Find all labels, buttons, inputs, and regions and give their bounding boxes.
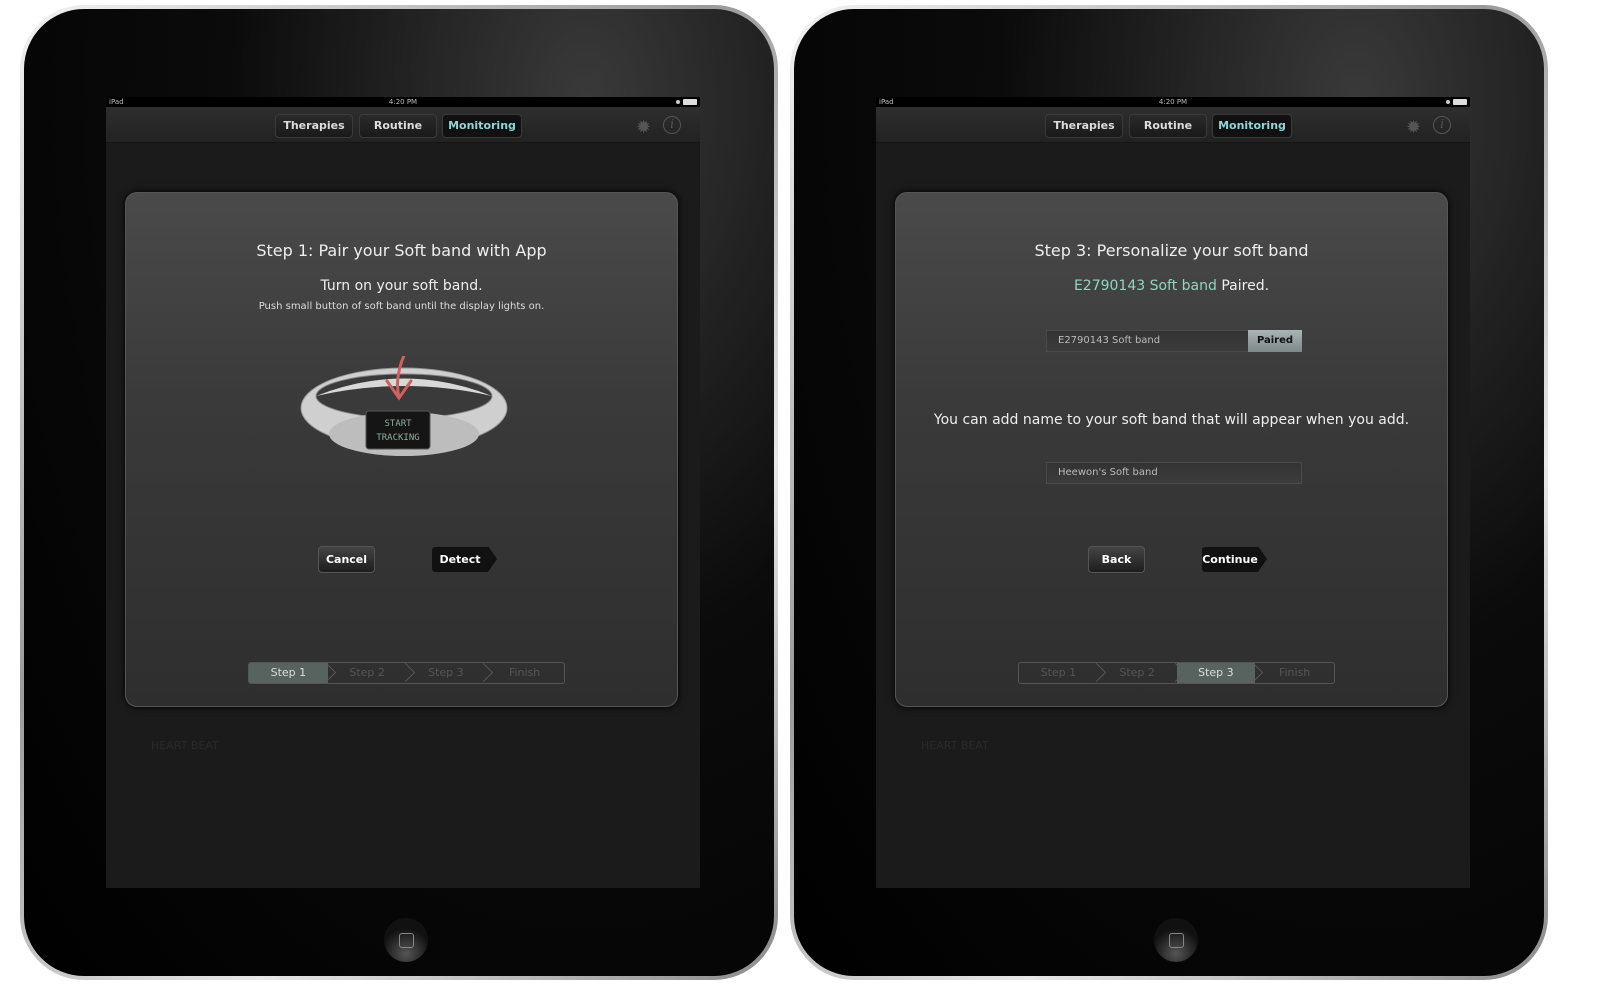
modal-hint: Push small button of soft band until the… <box>258 301 545 312</box>
tab-routine[interactable]: Routine <box>1129 114 1207 138</box>
cancel-button[interactable]: Cancel <box>318 546 375 573</box>
status-bar: iPad 4:20 PM <box>876 97 1470 107</box>
tab-therapies[interactable]: Therapies <box>1045 114 1123 138</box>
back-button[interactable]: Back <box>1088 546 1145 573</box>
background-section-title: HEART BEAT <box>151 739 219 752</box>
paired-message: E2790143 Soft band Paired. <box>896 278 1447 294</box>
nav-bar: Therapies Routine Monitoring ✹ i <box>876 107 1470 143</box>
step-progress: Step 1 Step 2 Step 3 Finish <box>1018 662 1335 684</box>
band-name-input[interactable]: Heewon's Soft band <box>1046 462 1302 484</box>
status-bar: iPad 4:20 PM <box>106 97 700 107</box>
tab-monitoring[interactable]: Monitoring <box>1212 114 1292 138</box>
step-indicator: Finish <box>1278 666 1311 679</box>
continue-button[interactable]: Continue <box>1201 546 1267 573</box>
status-time: 4:20 PM <box>1158 98 1188 106</box>
tab-therapies[interactable]: Therapies <box>275 114 353 138</box>
gear-icon[interactable]: ✹ <box>1406 117 1421 138</box>
modal-title: Step 1: Pair your Soft band with App <box>256 241 547 260</box>
paired-suffix: Paired. <box>1221 278 1270 294</box>
device-id-field: E2790143 Soft band Paired <box>1046 330 1302 352</box>
soft-band-illustration: START TRACKING <box>300 356 508 456</box>
nav-bar: Therapies Routine Monitoring ✹ i <box>106 107 700 143</box>
pairing-modal: Step 1: Pair your Soft band with App Tur… <box>125 192 678 707</box>
step-indicator: Step 1 <box>249 663 328 683</box>
lock-icon <box>1446 100 1450 104</box>
svg-text:START: START <box>384 419 412 429</box>
modal-title: Step 3: Personalize your soft band <box>1034 241 1309 260</box>
step-indicator: Step 3 <box>407 663 486 683</box>
tab-routine[interactable]: Routine <box>359 114 437 138</box>
paired-device-name: E2790143 Soft band <box>1073 278 1217 294</box>
status-time: 4:20 PM <box>388 98 418 106</box>
paired-badge: Paired <box>1248 330 1302 352</box>
detect-button[interactable]: Detect <box>431 546 497 573</box>
step-indicator: Finish <box>508 666 541 679</box>
tab-monitoring[interactable]: Monitoring <box>442 114 522 138</box>
svg-text:TRACKING: TRACKING <box>376 433 419 443</box>
battery-icon <box>683 99 697 105</box>
step-indicator: Step 2 <box>1098 663 1177 683</box>
home-button[interactable] <box>1154 918 1198 962</box>
home-button[interactable] <box>384 918 428 962</box>
lock-icon <box>676 100 680 104</box>
gear-icon[interactable]: ✹ <box>636 117 651 138</box>
ipad-device: iPad 4:20 PM Therapies Routine Monitoring … <box>790 5 1548 980</box>
device-id-value: E2790143 Soft band <box>1058 335 1161 346</box>
name-prompt: You can add name to your soft band that … <box>933 412 1410 428</box>
modal-subtitle: Turn on your soft band. <box>320 278 483 294</box>
step-indicator: Step 1 <box>1019 663 1098 683</box>
ipad-device: iPad 4:20 PM Therapies Routine Monitoring … <box>20 5 778 980</box>
info-icon[interactable]: i <box>663 116 681 134</box>
screen: iPad 4:20 PM Therapies Routine Monitoring … <box>876 97 1470 888</box>
background-section-title: HEART BEAT <box>921 739 989 752</box>
battery-icon <box>1453 99 1467 105</box>
step-indicator: Step 2 <box>328 663 407 683</box>
pairing-modal: Step 3: Personalize your soft band E2790… <box>895 192 1448 707</box>
info-icon[interactable]: i <box>1433 116 1451 134</box>
step-progress: Step 1 Step 2 Step 3 Finish <box>248 662 565 684</box>
step-indicator: Step 3 <box>1176 663 1256 683</box>
screen: iPad 4:20 PM Therapies Routine Monitoring … <box>106 97 700 888</box>
